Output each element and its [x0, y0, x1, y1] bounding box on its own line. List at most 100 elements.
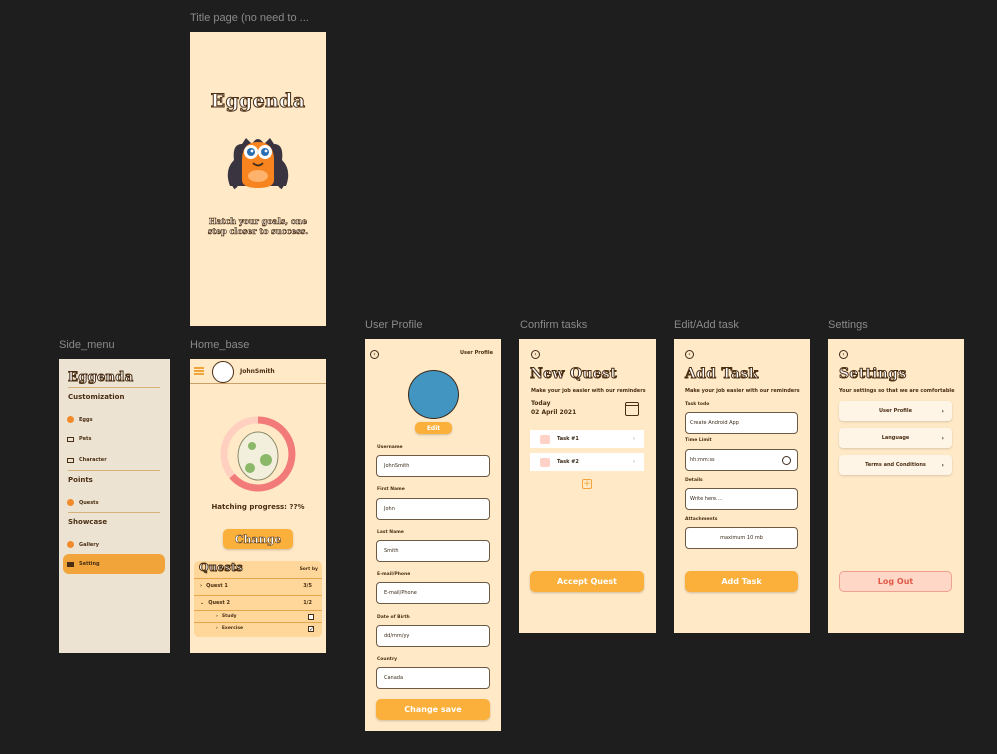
log-out-button[interactable]: Log Out: [839, 571, 952, 592]
frame-label-edit-add-task[interactable]: Edit/Add task: [674, 319, 739, 331]
avatar[interactable]: [212, 361, 234, 383]
task-row-1[interactable]: Task #1 ›: [530, 430, 644, 448]
new-quest-subtitle: Make your job easier with our reminders: [531, 388, 646, 394]
divider: [68, 512, 160, 513]
back-arrow-icon[interactable]: ‹: [370, 350, 379, 359]
quest-row-2[interactable]: ⌄ Quest 2 1/2: [194, 595, 322, 609]
title-page-frame: Eggenda Hatch your goals, one step close…: [190, 32, 326, 326]
date-text: 02 April 2021: [531, 409, 577, 416]
settings-subtitle: Your settings so that we are comfortable: [839, 388, 955, 394]
monster-mascot-icon: [227, 138, 289, 190]
quest-name: Quest 1: [206, 582, 228, 589]
app-title: Eggenda: [210, 90, 306, 113]
change-save-button[interactable]: Change save: [376, 699, 490, 720]
side-item-label: Character: [79, 457, 107, 463]
side-item-label: Setting: [79, 561, 100, 567]
profile-avatar[interactable]: [408, 370, 459, 419]
chevron-right-icon: ›: [632, 436, 635, 442]
settings-language-button[interactable]: Language ›: [839, 428, 952, 448]
chevron-right-icon: ›: [216, 626, 218, 631]
frame-label-title-page[interactable]: Title page (no need to ...: [190, 12, 309, 24]
settings-user-profile-button[interactable]: User Profile ›: [839, 401, 952, 421]
add-task-title: Add Task: [684, 366, 759, 383]
username-field[interactable]: JohnSmith: [376, 455, 490, 477]
time-limit-field[interactable]: hh:mm:ss: [685, 449, 798, 471]
chevron-right-icon: ›: [941, 407, 944, 415]
back-arrow-icon[interactable]: ‹: [839, 350, 848, 359]
subtask-row-study[interactable]: › Study: [194, 610, 322, 622]
back-arrow-icon[interactable]: ‹: [685, 350, 694, 359]
task-name: Task #2: [557, 459, 579, 465]
subtask-name: Exercise: [221, 626, 244, 631]
side-item-quests[interactable]: Quests: [67, 499, 99, 506]
email-phone-field[interactable]: E-mail/Phone: [376, 582, 490, 604]
attachments-label: Attachments: [685, 517, 718, 522]
frame-label-side-menu[interactable]: Side_menu: [59, 339, 115, 351]
clock-icon[interactable]: [782, 456, 791, 465]
quests-title: Quests: [199, 561, 244, 575]
add-task-plus-icon[interactable]: +: [582, 479, 592, 489]
monitor-icon: [67, 561, 74, 567]
frame-label-confirm-tasks[interactable]: Confirm tasks: [520, 319, 587, 331]
side-menu-frame: Eggenda Customization Eggs Pets Characte…: [59, 359, 170, 653]
subtask-checkbox-checked[interactable]: ✓: [308, 625, 314, 632]
time-limit-value: hh:mm:ss: [690, 457, 715, 463]
change-button[interactable]: Change: [223, 529, 293, 549]
side-menu-app-title: Eggenda: [67, 370, 134, 386]
chevron-right-icon: ›: [941, 434, 944, 442]
last-name-label: Last Name: [377, 530, 404, 535]
settings-terms-button[interactable]: Terms and Conditions ›: [839, 455, 952, 475]
side-item-character[interactable]: Character: [67, 457, 107, 463]
quest-count: 1/2: [303, 599, 312, 606]
quest-count: 3/5: [303, 582, 312, 589]
frame-label-settings[interactable]: Settings: [828, 319, 868, 331]
side-item-pets[interactable]: Pets: [67, 436, 91, 442]
sort-by-button[interactable]: Sort by: [300, 567, 318, 572]
last-name-field[interactable]: Smith: [376, 540, 490, 562]
quest-name: Quest 2: [208, 599, 230, 606]
subtask-checkbox-unchecked[interactable]: [308, 613, 314, 620]
chevron-right-icon: ›: [200, 582, 203, 589]
country-label: Country: [377, 657, 398, 662]
section-points: Points: [68, 476, 93, 484]
folder-icon: [67, 457, 74, 463]
settings-item-label: Terms and Conditions: [865, 462, 926, 468]
side-item-setting[interactable]: Setting: [67, 561, 100, 567]
subtask-row-exercise[interactable]: › Exercise ✓: [194, 622, 322, 634]
details-field[interactable]: Write here....: [685, 488, 798, 510]
chevron-right-icon: ›: [216, 614, 218, 619]
section-showcase: Showcase: [68, 518, 108, 526]
username-label: Username: [377, 445, 403, 450]
today-label: Today: [531, 400, 551, 407]
settings-item-label: User Profile: [878, 408, 912, 414]
country-field[interactable]: Canada: [376, 667, 490, 689]
hamburger-menu-icon[interactable]: [194, 367, 204, 375]
first-name-field[interactable]: John: [376, 498, 490, 520]
date-of-birth-label: Date of Birth: [377, 615, 410, 620]
folder-icon: [67, 436, 74, 442]
accept-quest-button[interactable]: Accept Quest: [530, 571, 644, 592]
back-arrow-icon[interactable]: ‹: [531, 350, 540, 359]
egg-icon: [67, 416, 74, 423]
edit-avatar-button[interactable]: Edit: [415, 422, 452, 434]
frame-label-home-base[interactable]: Home_base: [190, 339, 249, 351]
frame-label-user-profile[interactable]: User Profile: [365, 319, 422, 331]
divider: [68, 470, 160, 471]
side-item-gallery[interactable]: Gallery: [67, 541, 99, 548]
task-todo-field[interactable]: Create Android App: [685, 412, 798, 434]
attachments-field[interactable]: maximum 10 mb: [685, 527, 798, 549]
side-item-label: Gallery: [79, 541, 100, 548]
quest-row-1[interactable]: › Quest 1 3/5: [194, 578, 322, 592]
calendar-icon[interactable]: [625, 402, 639, 416]
task-color-swatch: [540, 458, 550, 467]
add-task-subtitle: Make your job easier with our reminders: [685, 388, 800, 394]
date-of-birth-field[interactable]: dd/mm/yy: [376, 625, 490, 647]
email-phone-label: E-mail/Phone: [377, 572, 411, 577]
task-row-2[interactable]: Task #2 ›: [530, 453, 644, 471]
time-limit-label: Time Limit: [685, 438, 712, 443]
hatching-progress-text: Hatching progress: ??%: [211, 503, 305, 511]
add-task-button[interactable]: Add Task: [685, 571, 798, 592]
side-item-eggs[interactable]: Eggs: [67, 416, 93, 423]
side-item-label: Eggs: [79, 416, 93, 423]
egg-icon: [67, 499, 74, 506]
